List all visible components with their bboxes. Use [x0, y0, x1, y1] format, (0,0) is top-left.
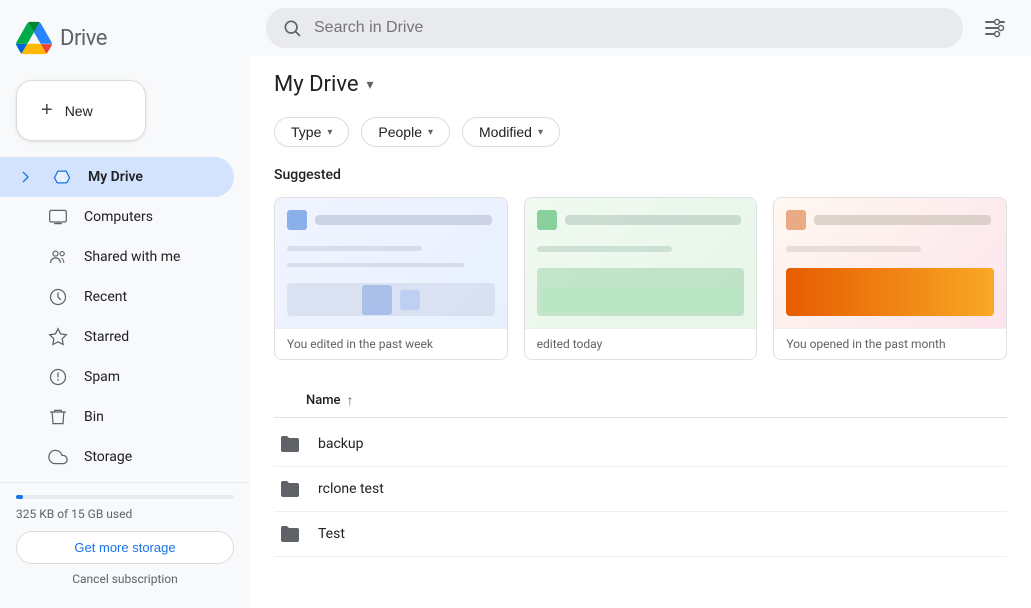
filter-sliders-icon	[983, 16, 1007, 40]
app-header: Drive	[0, 10, 250, 72]
file-name: backup	[318, 436, 363, 452]
suggested-card-1[interactable]: You edited in the past week	[274, 197, 508, 360]
my-drive-icon	[52, 167, 72, 187]
new-button-label: New	[65, 103, 93, 119]
sidebar-item-recent[interactable]: Recent	[0, 277, 234, 317]
search-bar[interactable]	[266, 8, 963, 48]
sidebar-item-spam-label: Spam	[84, 369, 120, 385]
main-content: My Drive ▾ Type ▾ People ▾ Modified ▾ Su…	[250, 0, 1031, 608]
table-row[interactable]: rclone test	[274, 467, 1007, 512]
filter-modified-label: Modified	[479, 124, 532, 140]
suggested-section-title: Suggested	[274, 167, 1007, 183]
folder-icon	[278, 477, 302, 501]
filter-people-arrow: ▾	[428, 127, 433, 138]
storage-section: 325 KB of 15 GB used Get more storage Ca…	[0, 482, 250, 598]
sidebar-item-my-drive-label: My Drive	[88, 169, 143, 185]
topbar	[250, 0, 1031, 56]
search-input[interactable]	[314, 19, 947, 37]
file-list-header: Name ↑	[274, 384, 1007, 418]
filter-modified-arrow: ▾	[538, 127, 543, 138]
sidebar-item-spam[interactable]: Spam	[0, 357, 234, 397]
card-1-label: You edited in the past week	[275, 328, 507, 359]
app-title: Drive	[60, 26, 107, 51]
filter-modified-button[interactable]: Modified ▾	[462, 117, 560, 147]
suggested-grid: You edited in the past week edited today	[274, 197, 1007, 360]
recent-icon	[48, 287, 68, 307]
chevron-placeholder	[16, 207, 32, 227]
sidebar-item-computers-label: Computers	[84, 209, 153, 225]
starred-placeholder	[16, 327, 32, 347]
storage-text: 325 KB of 15 GB used	[16, 507, 234, 521]
drive-title: My Drive	[274, 72, 359, 97]
sidebar-item-my-drive[interactable]: My Drive	[0, 157, 234, 197]
sidebar-item-starred[interactable]: Starred	[0, 317, 234, 357]
shared-icon	[48, 247, 68, 267]
search-icon	[282, 18, 302, 38]
sidebar-item-recent-label: Recent	[84, 289, 127, 305]
file-name: rclone test	[318, 481, 384, 497]
card-2-label: edited today	[525, 328, 757, 359]
chevron-right-icon	[16, 167, 36, 187]
sidebar-nav: My Drive Computers Shared with me Recent	[0, 157, 250, 482]
filter-type-arrow: ▾	[327, 127, 332, 138]
table-row[interactable]: backup	[274, 422, 1007, 467]
sidebar-item-storage[interactable]: Storage	[0, 437, 234, 477]
filter-people-label: People	[378, 124, 422, 140]
sidebar-item-bin[interactable]: Bin	[0, 397, 234, 437]
settings-icon-button[interactable]	[975, 8, 1015, 48]
sidebar-item-storage-label: Storage	[84, 449, 132, 465]
drive-title-bar: My Drive ▾	[274, 72, 1007, 97]
sidebar-item-shared-with-me[interactable]: Shared with me	[0, 237, 234, 277]
sort-arrow-icon: ↑	[347, 392, 354, 409]
card-preview-1	[275, 198, 507, 328]
google-drive-logo	[16, 20, 52, 56]
suggested-card-2[interactable]: edited today	[524, 197, 758, 360]
new-button[interactable]: + New	[16, 80, 146, 141]
sidebar: Drive + New My Drive Computers	[0, 0, 250, 608]
card-preview-2	[525, 198, 757, 328]
sidebar-item-computers[interactable]: Computers	[0, 197, 234, 237]
card-3-label: You opened in the past month	[774, 328, 1006, 359]
drive-area: My Drive ▾ Type ▾ People ▾ Modified ▾ Su…	[250, 56, 1031, 608]
table-row[interactable]: Test	[274, 512, 1007, 557]
computers-icon	[48, 207, 68, 227]
storage-bar-fill	[16, 495, 23, 499]
recent-placeholder	[16, 287, 32, 307]
my-drive-dropdown[interactable]: ▾	[367, 77, 374, 93]
folder-icon	[278, 432, 302, 456]
people-icon	[16, 247, 32, 267]
filter-type-button[interactable]: Type ▾	[274, 117, 349, 147]
filter-people-button[interactable]: People ▾	[361, 117, 450, 147]
name-column-label: Name	[306, 393, 341, 408]
sidebar-item-shared-label: Shared with me	[84, 249, 180, 265]
trash-icon	[48, 407, 68, 427]
star-icon	[48, 327, 68, 347]
spam-icon	[48, 367, 68, 387]
file-name: Test	[318, 526, 345, 542]
spam-placeholder	[16, 367, 32, 387]
get-more-storage-button[interactable]: Get more storage	[16, 531, 234, 564]
cloud-icon	[48, 447, 68, 467]
storage-bar	[16, 495, 234, 499]
suggested-card-3[interactable]: You opened in the past month	[773, 197, 1007, 360]
filter-bar: Type ▾ People ▾ Modified ▾	[274, 117, 1007, 147]
cancel-subscription-text[interactable]: Cancel subscription	[16, 572, 234, 586]
sidebar-item-bin-label: Bin	[84, 409, 104, 425]
bin-placeholder	[16, 407, 32, 427]
file-list-name-column[interactable]: Name ↑	[306, 392, 354, 409]
filter-type-label: Type	[291, 124, 321, 140]
folder-icon	[278, 522, 302, 546]
new-plus-icon: +	[41, 99, 53, 122]
sidebar-item-starred-label: Starred	[84, 329, 129, 345]
card-preview-3	[774, 198, 1006, 328]
storage-placeholder	[16, 447, 32, 467]
